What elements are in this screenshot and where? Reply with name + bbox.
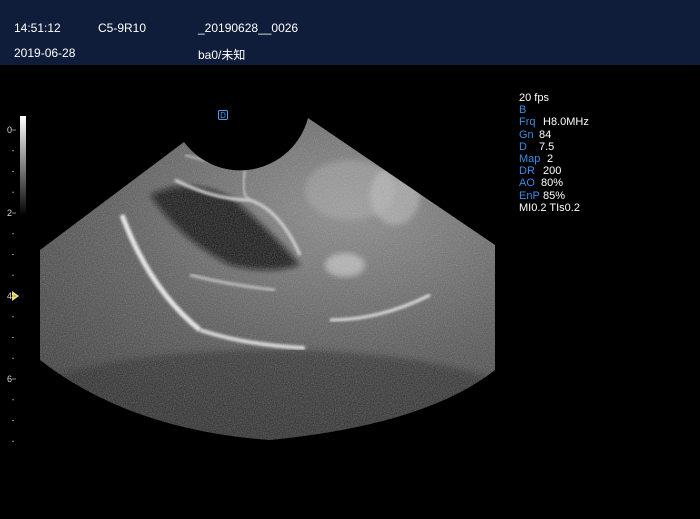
- param-d: D 7.5: [519, 140, 555, 153]
- param-frq: Frq H8.0MHz: [519, 116, 589, 129]
- frame-rate: 20 fps: [519, 92, 549, 104]
- depth-ticks: [12, 129, 16, 442]
- param-ao: AO 80%: [519, 177, 564, 190]
- param-enp: EnP 85%: [519, 189, 566, 202]
- param-dr: DR 200: [519, 165, 562, 178]
- safety-indices: MI0.2 TIs0.2: [519, 201, 580, 214]
- orientation-marker: D: [218, 110, 228, 120]
- imaging-mode: B: [519, 104, 527, 117]
- param-gn: Gn 84: [519, 128, 552, 141]
- ultrasound-sector-image: [40, 118, 495, 440]
- parameter-panel: 20 fps B Frq H8.0MHz Gn 84 D 7.5 Map 2 DR 200…: [519, 92, 589, 214]
- param-map: Map 2: [519, 152, 554, 165]
